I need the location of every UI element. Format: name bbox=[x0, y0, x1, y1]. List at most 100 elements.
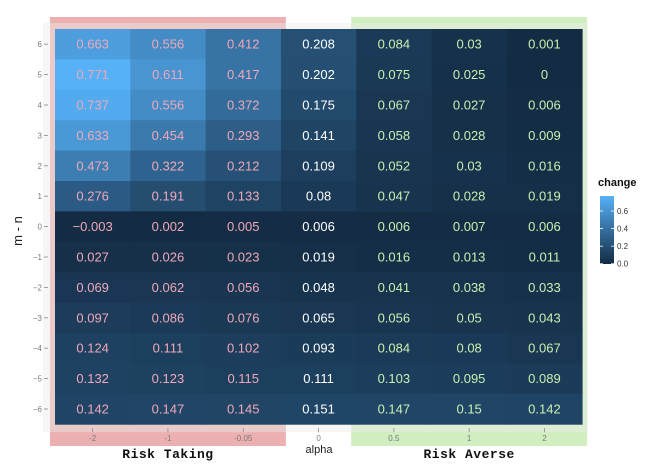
cell-value-label: 0.276 bbox=[76, 189, 109, 204]
cell-value-label: 0.08 bbox=[456, 341, 481, 356]
cell-value-label: 0.05 bbox=[456, 310, 481, 325]
y-axis-title: m - n bbox=[10, 216, 25, 246]
cell-value-label: 0.016 bbox=[528, 158, 561, 173]
group-label-0: Risk Taking bbox=[122, 447, 213, 462]
cell-value-label: 0.023 bbox=[227, 250, 260, 265]
cell-value-label: 0.141 bbox=[302, 128, 335, 143]
cell-value-label: 0.08 bbox=[306, 189, 331, 204]
heatmap-chart: 0.663 0.556 0.412 0.208 0.084 0.03 0.0010.771 0… bbox=[10, 17, 637, 462]
cell-value-label: 0.007 bbox=[453, 219, 486, 234]
cell-value-label: 0.03 bbox=[456, 37, 481, 52]
cell-value-label: 0.026 bbox=[152, 250, 185, 265]
cell-value-label: 0.097 bbox=[76, 310, 109, 325]
group-label-1: Risk Averse bbox=[423, 447, 514, 462]
cell-value-label: 0.038 bbox=[453, 280, 486, 295]
legend-tick-label: 0.4 bbox=[617, 225, 629, 234]
y-tick-label: 1 bbox=[38, 192, 43, 201]
cell-value-label: 0.095 bbox=[453, 371, 486, 386]
cell-value-label: 0.103 bbox=[378, 371, 411, 386]
y-tick-label: −3 bbox=[33, 314, 43, 323]
cell-value-label: 0.102 bbox=[227, 341, 260, 356]
cell-value-label: 0.111 bbox=[153, 341, 184, 356]
cell-value-label: 0.058 bbox=[378, 128, 411, 143]
cell-value-label: 0.016 bbox=[378, 250, 411, 265]
cell-value-label: 0.025 bbox=[453, 67, 486, 82]
y-tick-label: 6 bbox=[38, 40, 43, 49]
cell-value-label: 0.019 bbox=[302, 250, 335, 265]
cell-value-label: 0.089 bbox=[528, 371, 561, 386]
cell-value-label: 0 bbox=[541, 67, 548, 82]
cell-value-label: 0.011 bbox=[529, 250, 561, 265]
cell-value-label: 0.202 bbox=[302, 67, 335, 82]
cell-value-label: 0.084 bbox=[378, 37, 411, 52]
cell-value-label: 0.067 bbox=[378, 98, 411, 113]
cell-value-label: 0.093 bbox=[302, 341, 335, 356]
cell-value-label: 0.006 bbox=[302, 219, 335, 234]
cell-value-label: 0.556 bbox=[152, 37, 185, 52]
cell-value-label: 0.771 bbox=[76, 67, 109, 82]
cell-value-label: 0.372 bbox=[227, 98, 260, 113]
cell-value-label: 0.124 bbox=[76, 341, 109, 356]
cell-value-label: 0.041 bbox=[378, 280, 411, 295]
y-tick-label: 4 bbox=[38, 101, 43, 110]
cell-value-label: 0.147 bbox=[378, 402, 411, 417]
cell-value-label: 0.293 bbox=[227, 128, 260, 143]
x-tick-label: 0 bbox=[316, 434, 321, 443]
legend-title: change bbox=[598, 177, 637, 189]
y-tick-label: −2 bbox=[33, 283, 43, 292]
y-tick-label: 3 bbox=[38, 131, 43, 140]
y-tick-label: −1 bbox=[33, 253, 43, 262]
cell-value-label: 0.633 bbox=[76, 128, 109, 143]
cell-value-label: 0.737 bbox=[76, 98, 109, 113]
cell-value-label: 0.043 bbox=[528, 310, 561, 325]
x-axis-title: alpha bbox=[306, 444, 334, 456]
y-tick-label: −4 bbox=[33, 344, 43, 353]
cell-value-label: 0.009 bbox=[528, 128, 561, 143]
cell-value-label: 0.473 bbox=[76, 158, 109, 173]
cell-value-label: 0.027 bbox=[76, 250, 109, 265]
cell-value-label: 0.145 bbox=[227, 402, 260, 417]
cell-value-label: 0.191 bbox=[152, 189, 185, 204]
cell-value-label: 0.027 bbox=[453, 98, 486, 113]
cell-value-label: 0.084 bbox=[378, 341, 411, 356]
cell-value-label: 0.142 bbox=[528, 402, 561, 417]
cell-value-label: 0.03 bbox=[456, 158, 481, 173]
x-tick-label: 1 bbox=[467, 434, 472, 443]
legend-tick-label: 0.2 bbox=[617, 242, 629, 251]
cell-value-label: 0.454 bbox=[152, 128, 185, 143]
y-tick-label: 0 bbox=[38, 223, 43, 232]
cell-value-label: 0.002 bbox=[152, 219, 185, 234]
cell-value-label: 0.069 bbox=[76, 280, 109, 295]
cell-value-label: 0.047 bbox=[378, 189, 411, 204]
cell-value-label: 0.175 bbox=[302, 98, 335, 113]
cell-value-label: 0.006 bbox=[378, 219, 411, 234]
legend-tick-label: 0.6 bbox=[617, 207, 629, 216]
cell-value-label: 0.412 bbox=[227, 37, 260, 52]
x-tick-label: 0.5 bbox=[388, 434, 400, 443]
cell-value-label: 0.065 bbox=[302, 310, 335, 325]
cell-value-label: 0.556 bbox=[152, 98, 185, 113]
cell-value-label: 0.006 bbox=[528, 98, 561, 113]
cell-value-label: 0.417 bbox=[227, 67, 260, 82]
cell-value-label: −0.003 bbox=[73, 219, 113, 234]
cell-value-label: 0.062 bbox=[152, 280, 185, 295]
cell-value-label: 0.086 bbox=[152, 310, 185, 325]
cell-value-label: 0.076 bbox=[227, 310, 260, 325]
cell-value-label: 0.075 bbox=[378, 67, 411, 82]
cell-value-label: 0.048 bbox=[302, 280, 335, 295]
y-tick-label: 5 bbox=[38, 71, 43, 80]
cell-value-label: 0.212 bbox=[227, 158, 260, 173]
x-tick-label: -2 bbox=[89, 434, 97, 443]
y-tick-label: 2 bbox=[38, 162, 43, 171]
cell-value-label: 0.147 bbox=[152, 402, 185, 417]
cell-value-label: 0.013 bbox=[453, 250, 486, 265]
cell-value-label: 0.208 bbox=[302, 37, 335, 52]
cell-value-label: 0.056 bbox=[227, 280, 260, 295]
cell-value-label: 0.132 bbox=[76, 371, 109, 386]
legend-tick-label: 0.0 bbox=[617, 260, 629, 269]
legend-color-bar bbox=[600, 196, 614, 264]
cell-value-label: 0.115 bbox=[227, 371, 259, 386]
color-legend: change 0.6 0.4 0.2 0.0 bbox=[598, 177, 637, 269]
cell-value-label: 0.019 bbox=[528, 189, 561, 204]
y-tick-label: −6 bbox=[33, 405, 43, 414]
